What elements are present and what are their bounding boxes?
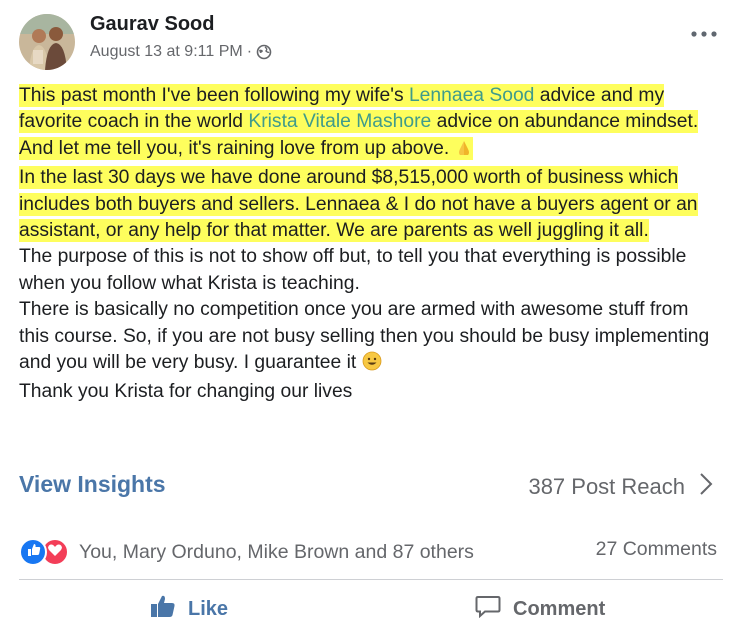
- thumbs-up-icon: [150, 594, 176, 624]
- post-paragraph-3: The purpose of this is not to show off b…: [19, 246, 687, 294]
- praying-hands-emoji: [455, 139, 473, 165]
- reactions-summary[interactable]: You, Mary Orduno, Mike Brown and 87 othe…: [19, 538, 474, 566]
- reaction-icons: [19, 538, 69, 566]
- post-meta: August 13 at 9:11 PM ·: [90, 43, 272, 61]
- post-body: This past month I've been following my w…: [19, 83, 719, 406]
- chevron-right-icon: [699, 472, 713, 502]
- like-reaction-icon: [19, 538, 47, 566]
- post-reach[interactable]: 387 Post Reach: [528, 472, 713, 502]
- smiling-face-emoji: [362, 351, 382, 379]
- highlighted-paragraph-1: This past month I've been following my w…: [19, 84, 699, 160]
- highlighted-paragraph-2: In the last 30 days we have done around …: [19, 166, 698, 243]
- globe-icon[interactable]: [256, 44, 272, 60]
- post-reach-label: 387 Post Reach: [528, 474, 685, 499]
- tagged-user-krista[interactable]: Krista Vitale Mashore: [248, 111, 431, 132]
- like-label: Like: [188, 597, 229, 620]
- tagged-user-lennaea[interactable]: Lennaea Sood: [409, 85, 534, 106]
- comment-button[interactable]: Comment: [475, 594, 605, 624]
- author-avatar[interactable]: [19, 14, 75, 70]
- divider: [19, 579, 723, 580]
- author-name[interactable]: Gaurav Sood: [90, 13, 214, 36]
- comment-label: Comment: [513, 597, 606, 620]
- more-options-icon[interactable]: [689, 24, 719, 44]
- meta-separator: ·: [246, 43, 253, 60]
- post-paragraph-5: Thank you Krista for changing our lives: [19, 381, 353, 403]
- like-button[interactable]: Like: [150, 594, 228, 624]
- comments-count[interactable]: 27 Comments: [596, 538, 717, 561]
- post-paragraph-4: There is basically no competition once y…: [19, 299, 709, 373]
- comment-bubble-icon: [475, 594, 501, 624]
- reactors-text: You, Mary Orduno, Mike Brown and 87 othe…: [79, 540, 474, 563]
- facebook-post-card: Gaurav Sood August 13 at 9:11 PM · This …: [0, 0, 745, 641]
- view-insights-link[interactable]: View Insights: [19, 471, 166, 498]
- post-text: This past month I've been following my w…: [19, 85, 409, 106]
- post-timestamp[interactable]: August 13 at 9:11 PM: [90, 43, 243, 61]
